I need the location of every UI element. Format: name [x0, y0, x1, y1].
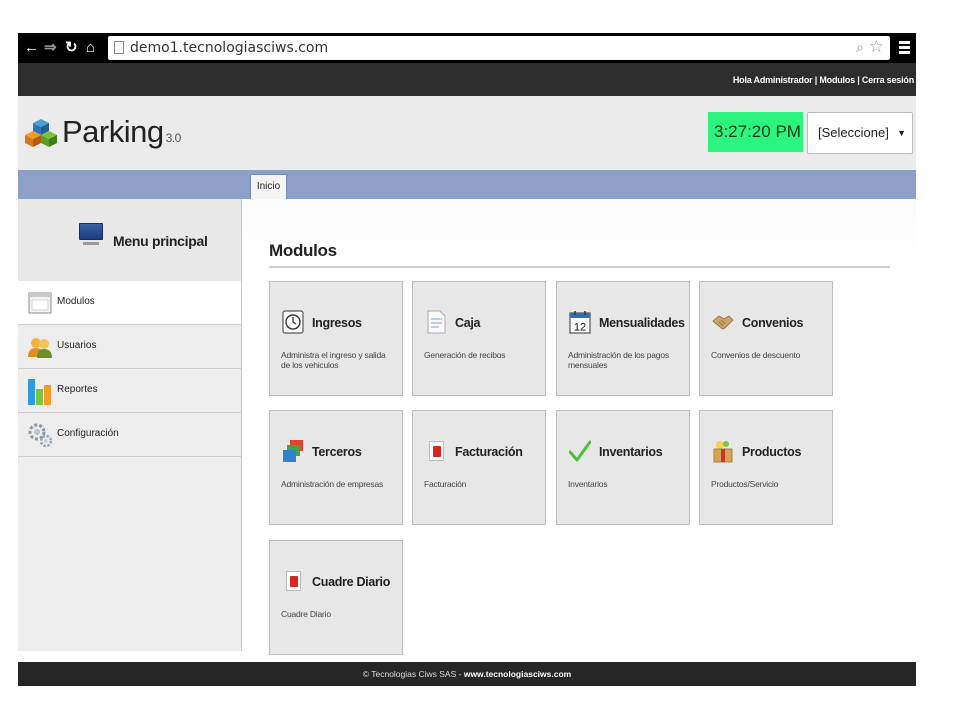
sidebar-item-label: Modulos — [57, 296, 95, 307]
users-icon — [28, 338, 52, 358]
window-icon — [28, 292, 52, 314]
module-description: Administración de empresas — [281, 479, 384, 489]
separator: | — [854, 75, 862, 85]
module-title: Facturación — [455, 445, 523, 459]
module-description: Convenios de descuento — [711, 350, 801, 360]
sidebar-item-label: Configuración — [57, 428, 119, 439]
sidebar-item-configuracion[interactable]: Configuración — [18, 413, 241, 457]
back-arrow-icon[interactable]: ← — [24, 39, 39, 57]
checkmark-icon — [569, 440, 591, 462]
calendar-day-text: 12 — [574, 322, 586, 334]
module-title: Productos — [742, 445, 802, 459]
module-card-ingresos[interactable]: Ingresos Administra el ingreso y salida … — [269, 281, 403, 396]
footer-text: © Tecnologias Ciws SAS - — [362, 669, 464, 679]
select-value: [Seleccione] — [818, 125, 889, 140]
address-bar[interactable]: demo1.tecnologiasciws.com ⌕ ☆ — [108, 36, 890, 60]
url-text[interactable]: demo1.tecnologiasciws.com — [130, 40, 328, 56]
sidebar: Menu principal Modulos Usuarios Reportes — [18, 199, 242, 651]
brand-name: Parking 3.0 — [62, 114, 181, 150]
module-card-facturacion[interactable]: Facturación Facturación — [412, 410, 546, 525]
module-description: Generación de recibos — [424, 350, 506, 360]
title-divider — [269, 266, 890, 268]
browser-menu-icon[interactable] — [899, 41, 910, 55]
clock-display: 3:27:20 PM — [708, 112, 803, 152]
cubes-logo-icon — [25, 119, 57, 147]
module-card-caja[interactable]: Caja Generación de recibos — [412, 281, 546, 396]
sidebar-item-label: Usuarios — [57, 340, 97, 351]
bookmark-star-icon[interactable]: ☆ — [869, 37, 884, 57]
sidebar-item-modulos[interactable]: Modulos — [18, 281, 241, 325]
page-icon — [114, 41, 124, 54]
module-description: Administración de los pagos mensuales — [568, 350, 669, 370]
app-header: Parking 3.0 3:27:20 PM [Seleccione] ▼ — [18, 96, 916, 170]
bar-chart-icon — [28, 379, 51, 405]
footer-link[interactable]: www.tecnologiasciws.com — [464, 669, 571, 679]
module-description: Cuadre Diario — [281, 609, 331, 619]
module-title: Terceros — [312, 445, 362, 459]
home-icon[interactable]: ⌂ — [86, 39, 95, 57]
tab-bar: Inicio — [18, 170, 916, 199]
reload-icon[interactable]: ↻ — [65, 39, 78, 57]
gears-icon — [28, 423, 53, 448]
tab-inicio[interactable]: Inicio — [250, 174, 287, 199]
module-description: Administra el ingreso y salida de los ve… — [281, 350, 386, 370]
document-icon — [427, 310, 446, 334]
handshake-icon — [712, 315, 734, 330]
page-title: Modulos — [269, 241, 337, 260]
module-title: Ingresos — [312, 316, 362, 330]
dropdown-caret-icon: ▼ — [897, 128, 906, 138]
gift-box-icon — [713, 441, 733, 463]
user-links: Hola Administrador | Modulos | Cerra ses… — [733, 75, 914, 85]
module-title: Convenios — [742, 316, 804, 330]
module-card-terceros[interactable]: Terceros Administración de empresas — [269, 410, 403, 525]
footer: © Tecnologias Ciws SAS - www.tecnologias… — [18, 662, 916, 686]
module-card-convenios[interactable]: Convenios Convenios de descuento — [699, 281, 833, 396]
greeting-link[interactable]: Hola Administrador — [733, 75, 813, 85]
header-select[interactable]: [Seleccione] ▼ — [807, 112, 913, 154]
main-content: Modulos Ingresos Administra el ingreso y… — [243, 199, 916, 662]
sidebar-title: Menu principal — [113, 233, 208, 249]
module-card-cuadre-diario[interactable]: Cuadre Diario Cuadre Diario — [269, 540, 403, 655]
red-document-icon — [282, 569, 304, 593]
module-card-mensualidades[interactable]: 12 Mensualidades Administración de los p… — [556, 281, 690, 396]
sidebar-item-reportes[interactable]: Reportes — [18, 369, 241, 413]
sidebar-item-usuarios[interactable]: Usuarios — [18, 325, 241, 369]
top-user-bar: Hola Administrador | Modulos | Cerra ses… — [18, 63, 916, 96]
module-description: Facturación — [424, 479, 467, 489]
brand-version: 3.0 — [165, 131, 182, 145]
module-card-productos[interactable]: Productos Productos/Servicio — [699, 410, 833, 525]
module-title: Mensualidades — [599, 316, 685, 330]
modulos-link[interactable]: Modulos — [819, 75, 855, 85]
clock-icon — [282, 310, 304, 334]
logout-link[interactable]: Cerra sesión — [862, 75, 914, 85]
monitor-icon — [79, 223, 103, 245]
zoom-icon[interactable]: ⌕ — [856, 39, 864, 56]
browser-toolbar: ← ⇒ ↻ ⌂ demo1.tecnologiasciws.com ⌕ ☆ — [18, 33, 916, 63]
calendar-icon: 12 — [569, 311, 591, 334]
red-document-icon — [425, 439, 447, 463]
sidebar-item-label: Reportes — [57, 384, 98, 395]
module-card-inventarios[interactable]: Inventarios Inventarios — [556, 410, 690, 525]
module-title: Inventarios — [599, 445, 663, 459]
module-description: Inventarios — [568, 479, 608, 489]
brand-text: Parking — [62, 114, 164, 149]
sidebar-header: Menu principal — [18, 199, 241, 281]
forward-arrow-icon[interactable]: ⇒ — [44, 39, 57, 57]
module-description: Productos/Servicio — [711, 479, 779, 489]
module-title: Cuadre Diario — [312, 575, 391, 589]
stacked-windows-icon — [283, 440, 303, 462]
module-title: Caja — [455, 316, 481, 330]
